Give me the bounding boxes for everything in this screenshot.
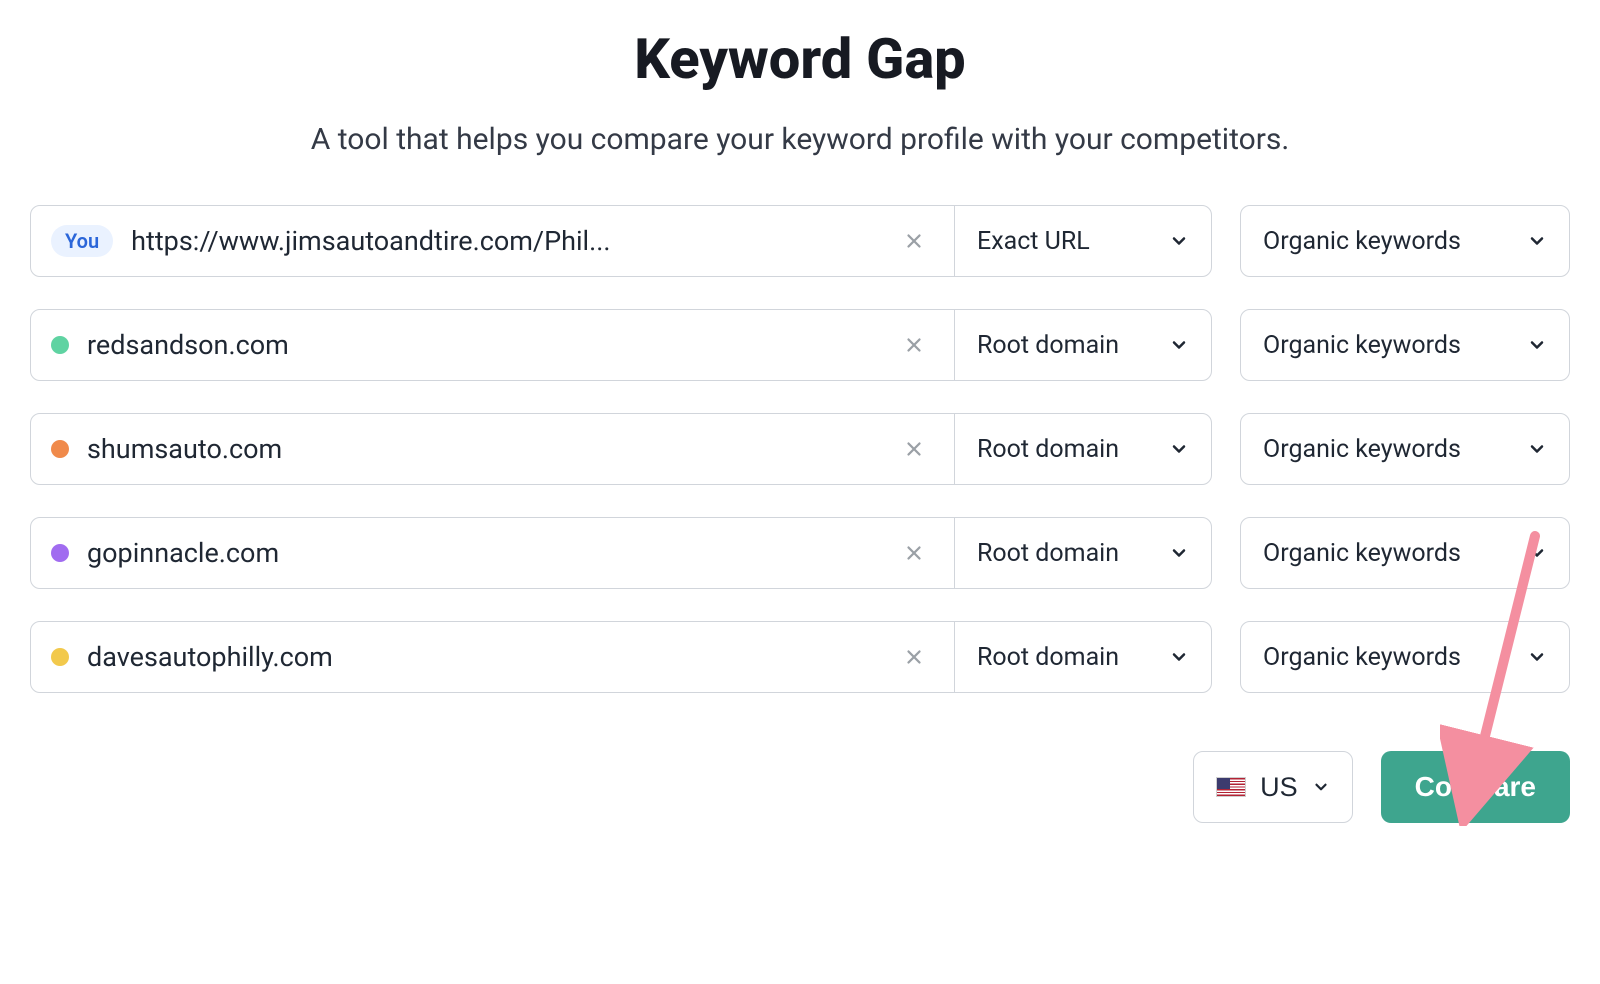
competitor-row: Root domain Organic keywords	[30, 309, 1570, 381]
close-icon	[903, 438, 925, 460]
competitor-color-dot	[51, 336, 69, 354]
chevron-down-icon	[1169, 439, 1189, 459]
domain-scope-group: Root domain	[30, 413, 1212, 485]
you-badge: You	[51, 225, 113, 257]
clear-domain-button[interactable]	[894, 325, 934, 365]
close-icon	[903, 334, 925, 356]
chevron-down-icon	[1169, 335, 1189, 355]
scope-label: Exact URL	[977, 227, 1090, 256]
chevron-down-icon	[1312, 778, 1330, 796]
chevron-down-icon	[1527, 439, 1547, 459]
chevron-down-icon	[1169, 543, 1189, 563]
chevron-down-icon	[1527, 543, 1547, 563]
scope-select[interactable]: Root domain	[955, 414, 1211, 484]
keyword-type-label: Organic keywords	[1263, 331, 1461, 360]
domain-cell	[31, 518, 954, 588]
clear-domain-button[interactable]	[894, 429, 934, 469]
chevron-down-icon	[1169, 231, 1189, 251]
flag-us-icon	[1216, 777, 1246, 797]
competitor-color-dot	[51, 440, 69, 458]
scope-select[interactable]: Exact URL	[955, 206, 1211, 276]
domain-scope-group: Root domain	[30, 621, 1212, 693]
competitor-color-dot	[51, 544, 69, 562]
keyword-type-select[interactable]: Organic keywords	[1240, 205, 1570, 277]
keyword-type-label: Organic keywords	[1263, 435, 1461, 464]
domain-scope-group: You Exact URL	[30, 205, 1212, 277]
scope-select[interactable]: Root domain	[955, 622, 1211, 692]
scope-label: Root domain	[977, 331, 1119, 360]
keyword-type-select[interactable]: Organic keywords	[1240, 309, 1570, 381]
scope-select[interactable]: Root domain	[955, 310, 1211, 380]
page-title: Keyword Gap	[30, 26, 1570, 92]
page-subtitle: A tool that helps you compare your keywo…	[30, 122, 1570, 157]
domain-scope-group: Root domain	[30, 309, 1212, 381]
competitor-row: Root domain Organic keywords	[30, 413, 1570, 485]
domain-input[interactable]	[87, 433, 876, 465]
domain-cell	[31, 622, 954, 692]
scope-select[interactable]: Root domain	[955, 518, 1211, 588]
keyword-type-label: Organic keywords	[1263, 539, 1461, 568]
domain-input[interactable]	[87, 329, 876, 361]
domain-cell	[31, 310, 954, 380]
domain-scope-group: Root domain	[30, 517, 1212, 589]
chevron-down-icon	[1169, 647, 1189, 667]
competitor-row: You Exact URL Organic keywords	[30, 205, 1570, 277]
domain-input[interactable]	[87, 641, 876, 673]
chevron-down-icon	[1527, 335, 1547, 355]
clear-domain-button[interactable]	[894, 221, 934, 261]
competitor-color-dot	[51, 648, 69, 666]
chevron-down-icon	[1527, 231, 1547, 251]
domain-cell: You	[31, 206, 954, 276]
country-select[interactable]: US	[1193, 751, 1353, 823]
keyword-type-select[interactable]: Organic keywords	[1240, 517, 1570, 589]
keyword-type-select[interactable]: Organic keywords	[1240, 621, 1570, 693]
scope-label: Root domain	[977, 643, 1119, 672]
keyword-type-select[interactable]: Organic keywords	[1240, 413, 1570, 485]
close-icon	[903, 646, 925, 668]
competitor-row: Root domain Organic keywords	[30, 517, 1570, 589]
domain-input[interactable]	[87, 537, 876, 569]
close-icon	[903, 230, 925, 252]
domain-cell	[31, 414, 954, 484]
keyword-type-label: Organic keywords	[1263, 227, 1461, 256]
competitor-row: Root domain Organic keywords	[30, 621, 1570, 693]
chevron-down-icon	[1527, 647, 1547, 667]
compare-button[interactable]: Compare	[1381, 751, 1570, 823]
keyword-type-label: Organic keywords	[1263, 643, 1461, 672]
clear-domain-button[interactable]	[894, 637, 934, 677]
close-icon	[903, 542, 925, 564]
country-label: US	[1260, 772, 1298, 803]
clear-domain-button[interactable]	[894, 533, 934, 573]
scope-label: Root domain	[977, 435, 1119, 464]
domain-input[interactable]	[131, 225, 876, 257]
scope-label: Root domain	[977, 539, 1119, 568]
